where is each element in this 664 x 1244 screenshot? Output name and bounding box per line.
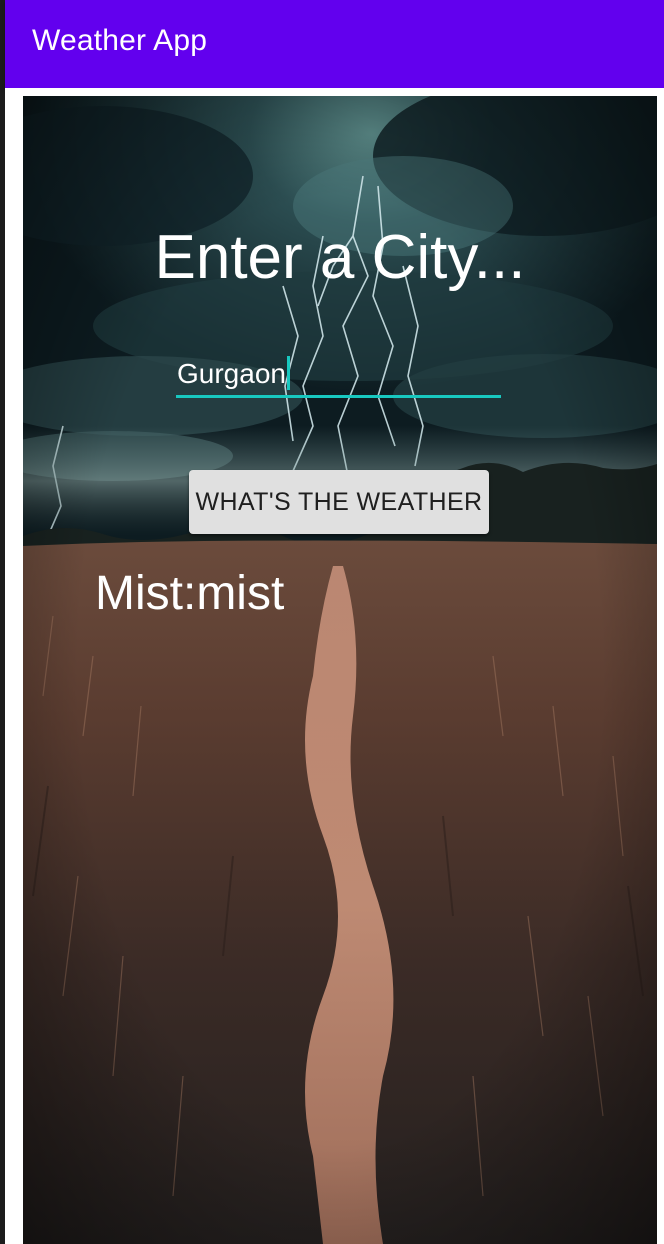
content-frame: Enter a City... Gurgaon WHAT'S THE WEATH…	[5, 88, 664, 1244]
text-cursor	[286, 355, 290, 390]
city-input[interactable]: Gurgaon	[176, 354, 501, 398]
weather-result-text: Mist:mist	[95, 567, 285, 620]
whats-the-weather-button[interactable]: WHAT'S THE WEATHER	[189, 470, 489, 534]
background-image: Enter a City... Gurgaon WHAT'S THE WEATH…	[23, 96, 657, 1244]
city-input-value: Gurgaon	[177, 358, 286, 389]
enter-city-heading: Enter a City...	[154, 223, 526, 292]
app-bar: Weather App	[5, 0, 664, 88]
app-title: Weather App	[32, 24, 208, 57]
